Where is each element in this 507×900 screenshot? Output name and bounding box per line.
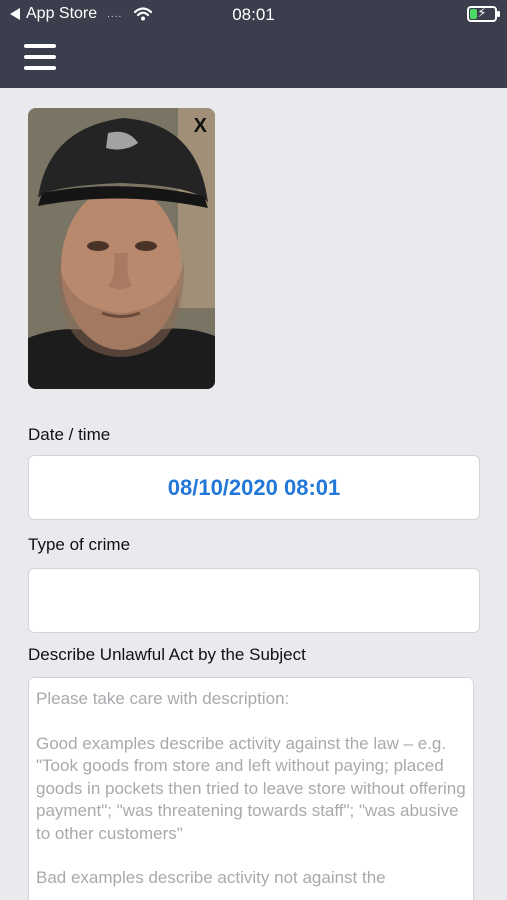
description-textarea[interactable]: Please take care with description: Good … [28, 677, 474, 900]
subject-photo-image [28, 108, 215, 389]
crime-type-field[interactable] [28, 568, 480, 633]
placeholder-bad-examples: Bad examples describe activity not again… [36, 868, 386, 887]
status-bar: App Store .... 08:01 ⚡ [0, 0, 507, 30]
date-time-field[interactable]: 08/10/2020 08:01 [28, 455, 480, 520]
remove-photo-button[interactable]: X [194, 116, 207, 136]
bolt-icon: ⚡ [477, 5, 487, 20]
description-label: Describe Unlawful Act by the Subject [28, 645, 306, 664]
date-time-value: 08/10/2020 08:01 [167, 474, 341, 500]
crime-type-label: Type of crime [28, 535, 131, 554]
top-bar: App Store .... 08:01 ⚡ [0, 0, 507, 88]
menu-line [24, 55, 56, 59]
subject-photo[interactable]: X [28, 108, 215, 389]
placeholder-intro: Please take care with description: [36, 689, 290, 708]
battery-icon: ⚡ [467, 5, 500, 22]
date-time-label: Date / time [28, 425, 111, 444]
status-time: 08:01 [232, 5, 275, 24]
menu-line [24, 66, 56, 70]
hamburger-menu-icon[interactable] [24, 44, 56, 70]
menu-line [24, 44, 56, 48]
placeholder-good-examples: Good examples describe activity against … [36, 733, 466, 843]
